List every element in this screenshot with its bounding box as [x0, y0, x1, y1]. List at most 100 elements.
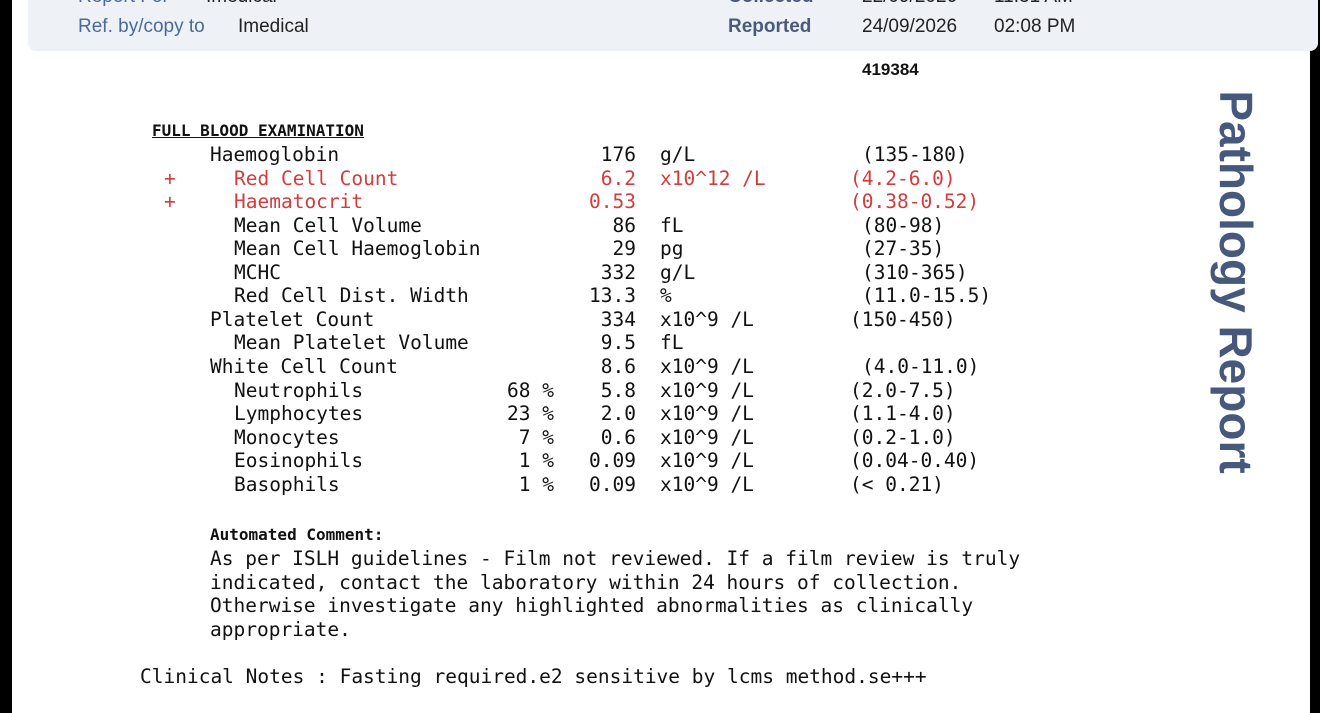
test-unit: x10^9 /L	[660, 402, 754, 426]
section-title: FULL BLOOD EXAMINATION	[152, 121, 364, 140]
reference-range: (2.0-7.5)	[850, 378, 956, 402]
reference-range: (4.2-6.0)	[850, 166, 956, 190]
result-row: + Red Cell Count 6.2 x10^12 /L (4.2-6.0)	[0, 167, 1100, 191]
collected-date: 22/09/2026	[862, 0, 957, 8]
test-name: Red Cell Dist. Width	[234, 284, 469, 308]
test-name: Haemoglobin	[210, 143, 340, 166]
test-value: 0.09	[589, 472, 636, 496]
lab-number: 419384	[862, 60, 919, 79]
test-unit: x10^9 /L	[660, 425, 754, 449]
report-page: Report For Imedical Ref. by/copy to Imed…	[12, 0, 1318, 713]
test-unit: g/L	[660, 143, 696, 166]
result-row: Lymphocytes 23 % 2.0 x10^9 /L (1.1-4.0)	[0, 402, 1100, 426]
test-unit: x10^9 /L	[660, 354, 754, 378]
reported-time: 02:08 PM	[994, 16, 1076, 37]
test-value: 176	[600, 143, 636, 166]
result-row: + Haematocrit 0.53 (0.38-0.52)	[0, 190, 1100, 214]
test-name: Neutrophils	[234, 378, 364, 402]
report-for-label: Report For	[78, 0, 169, 8]
test-value: 13.3	[589, 284, 636, 308]
reported-label: Reported	[728, 16, 812, 37]
comment-line: Otherwise investigate any highlighted ab…	[210, 594, 974, 617]
test-percent: 23 %	[507, 402, 554, 426]
test-name: White Cell Count	[210, 354, 398, 378]
test-name: Haematocrit	[234, 190, 364, 214]
test-value: 8.6	[600, 354, 636, 378]
test-unit: fL	[660, 213, 684, 237]
reference-range: (135-180)	[862, 143, 968, 166]
ref-value: Imedical	[238, 16, 309, 37]
result-row: Mean Cell Volume 86 fL (80-98)	[0, 214, 1100, 238]
reference-range: (11.0-15.5)	[862, 284, 992, 308]
reference-range: (310-365)	[862, 260, 968, 284]
result-row: Monocytes 7 % 0.6 x10^9 /L (0.2-1.0)	[0, 426, 1100, 450]
result-row: Mean Cell Haemoglobin 29 pg (27-35)	[0, 237, 1100, 261]
reported-date: 24/09/2026	[862, 16, 958, 37]
test-unit: x10^9 /L	[660, 307, 754, 331]
report-for-value: Imedical	[206, 0, 277, 8]
comment-line: indicated, contact the laboratory within…	[210, 571, 962, 594]
abnormal-flag: +	[164, 190, 176, 214]
test-value: 334	[600, 307, 636, 331]
result-row: Mean Platelet Volume 9.5 fL	[0, 331, 1100, 355]
clinical-notes: Clinical Notes : Fasting required.e2 sen…	[140, 665, 927, 688]
test-percent: 1 %	[518, 472, 554, 496]
ref-label: Ref. by/copy to	[78, 16, 205, 37]
reference-range: (150-450)	[850, 307, 956, 331]
comment-line: As per ISLH guidelines - Film not review…	[210, 547, 1021, 570]
collected-label: Collected	[728, 0, 814, 8]
test-name: Monocytes	[234, 425, 340, 449]
reference-range: (1.1-4.0)	[850, 402, 956, 426]
result-row: MCHC 332 g/L (310-365)	[0, 261, 1100, 285]
test-value: 86	[612, 213, 636, 237]
abnormal-flag: +	[164, 166, 176, 190]
test-unit: %	[660, 284, 672, 308]
test-name: Mean Cell Haemoglobin	[234, 237, 481, 261]
test-percent: 7 %	[518, 425, 554, 449]
result-row: Platelet Count 334 x10^9 /L (150-450)	[0, 308, 1100, 332]
test-percent: 68 %	[507, 378, 554, 402]
reference-range: (< 0.21)	[850, 472, 944, 496]
test-value: 0.09	[589, 449, 636, 473]
result-row: Haemoglobin 176 g/L (135-180)	[0, 143, 1100, 167]
test-percent: 1 %	[518, 449, 554, 473]
test-value: 9.5	[600, 331, 636, 355]
test-name: Mean Platelet Volume	[234, 331, 469, 355]
test-unit: x10^9 /L	[660, 378, 754, 402]
test-value: 6.2	[600, 166, 636, 190]
test-name: Lymphocytes	[234, 402, 364, 426]
result-row: Neutrophils 68 % 5.8 x10^9 /L (2.0-7.5)	[0, 379, 1100, 403]
test-name: MCHC	[234, 260, 281, 284]
collected-time: 11:31 AM	[994, 0, 1073, 8]
test-name: Basophils	[234, 472, 340, 496]
reference-range: (27-35)	[862, 237, 945, 261]
test-unit: x10^12 /L	[660, 166, 766, 190]
test-value: 332	[600, 260, 636, 284]
test-value: 29	[612, 237, 636, 261]
test-unit: pg	[660, 237, 684, 261]
test-name: Mean Cell Volume	[234, 213, 422, 237]
test-unit: fL	[660, 331, 684, 355]
test-unit: x10^9 /L	[660, 472, 754, 496]
comment-line: appropriate.	[210, 618, 351, 641]
test-value: 0.6	[600, 425, 636, 449]
side-title: Pathology Report	[1210, 90, 1262, 474]
result-row: Red Cell Dist. Width 13.3% (11.0-15.5)	[0, 284, 1100, 308]
result-row: White Cell Count 8.6 x10^9 /L (4.0-11.0)	[0, 355, 1100, 379]
test-name: Red Cell Count	[234, 166, 399, 190]
result-row: Eosinophils 1 % 0.09 x10^9 /L (0.04-0.40)	[0, 449, 1100, 473]
reference-range: (0.38-0.52)	[850, 190, 980, 214]
test-value: 2.0	[600, 402, 636, 426]
reference-range: (0.04-0.40)	[850, 449, 980, 473]
comment-title: Automated Comment:	[210, 525, 384, 544]
test-value: 5.8	[600, 378, 636, 402]
reference-range: (4.0-11.0)	[862, 354, 980, 378]
report-header: Report For Imedical Ref. by/copy to Imed…	[28, 0, 1318, 51]
reference-range: (80-98)	[862, 213, 945, 237]
test-unit: x10^9 /L	[660, 449, 754, 473]
test-value: 0.53	[589, 190, 636, 214]
test-name: Platelet Count	[210, 307, 375, 331]
test-unit: g/L	[660, 260, 696, 284]
result-row: Basophils 1 % 0.09 x10^9 /L (< 0.21)	[0, 473, 1100, 497]
reference-range: (0.2-1.0)	[850, 425, 956, 449]
